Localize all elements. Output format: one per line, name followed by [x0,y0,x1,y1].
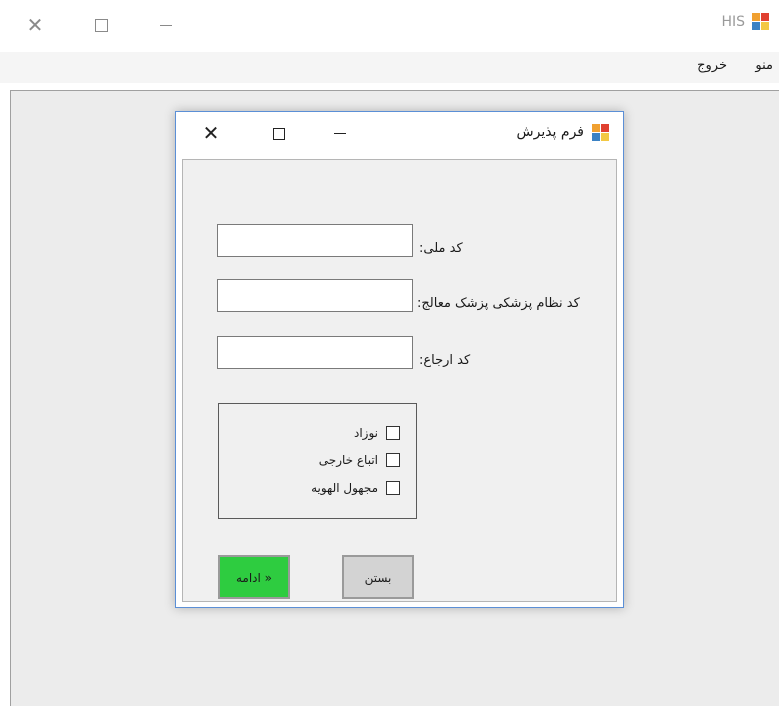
form-body: کد ملی: کد نظام پزشکی پزشک معالج: کد ارج… [182,159,617,602]
newborn-label: نوزاد [353,426,378,440]
unknown-identity-label: مجهول الهویه [311,481,378,495]
unknown-identity-option[interactable]: مجهول الهویه [311,479,400,497]
app-title: HIS [721,14,745,30]
referral-code-input[interactable] [217,336,413,369]
physician-code-input[interactable] [217,279,413,312]
his-main-window: ✕ HIS منو خروج ✕ فرم پذیرش کد ملی: کد نظ… [0,0,779,706]
menu-item-exit[interactable]: خروج [697,58,727,73]
close-icon[interactable]: ✕ [198,120,224,146]
foreign-national-label: اتباع خارجی [318,453,378,467]
menu-item-menu[interactable]: منو [755,58,773,73]
minimize-icon[interactable] [327,120,353,146]
national-id-input[interactable] [217,224,413,257]
physician-code-label: کد نظام پزشکی پزشک معالج: [417,296,580,311]
minimize-icon[interactable] [151,10,181,40]
close-icon[interactable]: ✕ [20,10,50,40]
form-title: فرم پذیرش [516,124,585,140]
newborn-option[interactable]: نوزاد [354,424,400,442]
referral-code-label: کد ارجاع: [419,353,471,368]
continue-button[interactable]: ادامه » [218,555,290,599]
form-window-icon [592,124,609,141]
unknown-identity-checkbox[interactable] [386,481,400,495]
close-button[interactable]: بستن [342,555,414,599]
newborn-checkbox[interactable] [386,426,400,440]
admission-form-window: ✕ فرم پذیرش کد ملی: کد نظام پزشکی پزشک م… [175,111,624,608]
national-id-label: کد ملی: [419,241,463,256]
maximize-icon[interactable] [266,120,292,146]
foreign-national-checkbox[interactable] [386,453,400,467]
maximize-icon[interactable] [86,10,116,40]
main-title-bar: ✕ HIS [0,0,779,52]
app-window-icon [752,13,769,30]
patient-type-groupbox: نوزاد اتباع خارجی مجهول الهویه [218,403,417,519]
form-title-bar: ✕ فرم پذیرش [176,112,623,154]
menu-bar: منو خروج [0,52,779,83]
foreign-national-option[interactable]: اتباع خارجی [319,451,400,469]
